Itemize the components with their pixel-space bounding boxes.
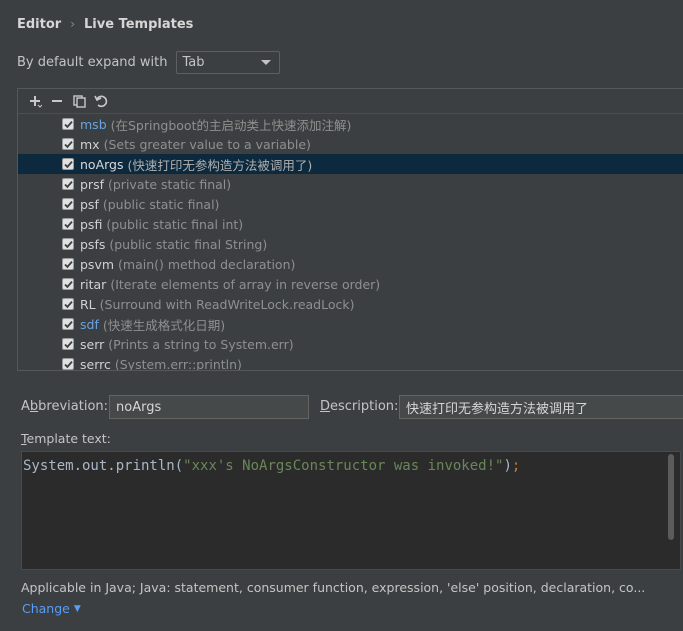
check-icon — [63, 220, 73, 228]
template-description: (System.err::println) — [114, 356, 242, 371]
description-input[interactable]: 快速打印无参构造方法被调用了 — [399, 395, 683, 419]
check-icon — [63, 260, 73, 268]
template-row[interactable]: serrc (System.err::println) — [18, 354, 683, 371]
check-icon — [63, 140, 73, 148]
template-description: (Prints a string to System.err) — [108, 336, 294, 352]
applicable-text: Applicable in Java; Java: statement, con… — [21, 580, 646, 595]
template-description: (Sets greater value to a variable) — [103, 136, 311, 152]
template-checkbox[interactable] — [62, 178, 74, 190]
template-checkbox[interactable] — [62, 138, 74, 150]
template-abbreviation: serr — [80, 336, 105, 352]
template-description: (public static final int) — [106, 216, 244, 232]
template-row[interactable]: psf (public static final) — [18, 194, 683, 214]
breadcrumb: Editor › Live Templates — [17, 15, 193, 33]
template-checkbox[interactable] — [62, 158, 74, 170]
template-checkbox[interactable] — [62, 338, 74, 350]
template-checkbox[interactable] — [62, 318, 74, 330]
check-icon — [63, 280, 73, 288]
template-abbreviation: prsf — [80, 176, 104, 192]
template-row[interactable]: ritar (Iterate elements of array in rever… — [18, 274, 683, 294]
template-abbreviation: msb — [80, 116, 107, 132]
check-icon — [63, 180, 73, 188]
template-row[interactable]: psfs (public static final String) — [18, 234, 683, 254]
abbreviation-label: Abbreviation: — [21, 399, 109, 414]
template-abbreviation: ritar — [80, 276, 107, 292]
template-row[interactable]: RL (Surround with ReadWriteLock.readLock) — [18, 294, 683, 314]
template-abbreviation: serrc — [80, 356, 111, 371]
editor-scrollbar[interactable] — [668, 454, 674, 540]
code-string: "xxx's NoArgsConstructor was invoked!" — [183, 458, 504, 474]
templates-panel: msb (在Springboot的主启动类上快速添加注解) mx (Sets grea… — [17, 88, 683, 371]
template-text-editor[interactable]: System.out.println("xxx's NoArgsConstruc… — [21, 451, 681, 570]
code-semicolon: ; — [511, 458, 521, 474]
template-checkbox[interactable] — [62, 118, 74, 130]
copy-icon[interactable] — [68, 90, 90, 112]
breadcrumb-root[interactable]: Editor — [17, 17, 61, 32]
check-icon — [63, 160, 73, 168]
undo-icon[interactable] — [90, 90, 112, 112]
minus-icon[interactable] — [46, 90, 68, 112]
expand-label: By default expand with — [17, 55, 168, 70]
template-abbreviation: sdf — [80, 316, 99, 332]
check-icon — [63, 120, 73, 128]
check-icon — [63, 240, 73, 248]
template-description: (快速生成格式化日期) — [102, 317, 226, 333]
template-checkbox[interactable] — [62, 298, 74, 310]
template-checkbox[interactable] — [62, 238, 74, 250]
template-checkbox[interactable] — [62, 218, 74, 230]
chevron-down-icon — [260, 60, 271, 65]
template-description: (快速打印无参构造方法被调用了) — [127, 157, 313, 173]
plus-icon[interactable] — [24, 90, 46, 112]
template-row[interactable]: sdf (快速生成格式化日期) — [18, 314, 683, 334]
code-suffix: ) — [503, 458, 512, 474]
template-description: (private static final) — [108, 176, 232, 192]
template-abbreviation: noArgs — [80, 156, 124, 172]
template-abbreviation: mx — [80, 136, 100, 152]
template-description: (Iterate elements of array in reverse or… — [110, 276, 381, 292]
template-abbreviation: psvm — [80, 256, 115, 272]
description-label: Description: — [320, 399, 399, 414]
expand-row: By default expand with Tab — [17, 51, 280, 74]
expand-select-value: Tab — [182, 55, 205, 70]
template-description: (public static final String) — [109, 236, 268, 252]
template-row[interactable]: mx (Sets greater value to a variable) — [18, 134, 683, 154]
template-row[interactable]: noArgs (快速打印无参构造方法被调用了) — [18, 154, 683, 174]
check-icon — [63, 340, 73, 348]
template-abbreviation: psfi — [80, 216, 103, 232]
template-description: (在Springboot的主启动类上快速添加注解) — [110, 117, 352, 133]
check-icon — [63, 320, 73, 328]
template-row[interactable]: serr (Prints a string to System.err) — [18, 334, 683, 354]
template-row[interactable]: prsf (private static final) — [18, 174, 683, 194]
template-description: (public static final) — [102, 196, 220, 212]
template-description: (Surround with ReadWriteLock.readLock) — [99, 296, 355, 312]
template-abbreviation: RL — [80, 296, 96, 312]
template-row[interactable]: psfi (public static final int) — [18, 214, 683, 234]
breadcrumb-current: Live Templates — [84, 16, 194, 32]
template-checkbox[interactable] — [62, 358, 74, 370]
check-icon — [63, 360, 73, 368]
templates-toolbar — [18, 89, 683, 114]
breadcrumb-chevron-icon: › — [70, 17, 76, 31]
template-description: (main() method declaration) — [118, 256, 296, 272]
check-icon — [63, 300, 73, 308]
template-row[interactable]: psvm (main() method declaration) — [18, 254, 683, 274]
change-link[interactable]: Change ▼ — [22, 601, 81, 616]
expand-select[interactable]: Tab — [175, 51, 280, 74]
templates-list: msb (在Springboot的主启动类上快速添加注解) mx (Sets grea… — [18, 114, 683, 371]
chevron-down-icon: ▼ — [73, 603, 81, 614]
template-checkbox[interactable] — [62, 258, 74, 270]
template-abbreviation: psfs — [80, 236, 106, 252]
check-icon — [63, 200, 73, 208]
abbreviation-input[interactable]: noArgs — [109, 395, 309, 419]
code-prefix: System.out.println( — [23, 458, 184, 474]
template-checkbox[interactable] — [62, 278, 74, 290]
template-abbreviation: psf — [80, 196, 99, 212]
template-row[interactable]: msb (在Springboot的主启动类上快速添加注解) — [18, 114, 683, 134]
template-checkbox[interactable] — [62, 198, 74, 210]
template-text-label: Template text: — [21, 431, 111, 446]
